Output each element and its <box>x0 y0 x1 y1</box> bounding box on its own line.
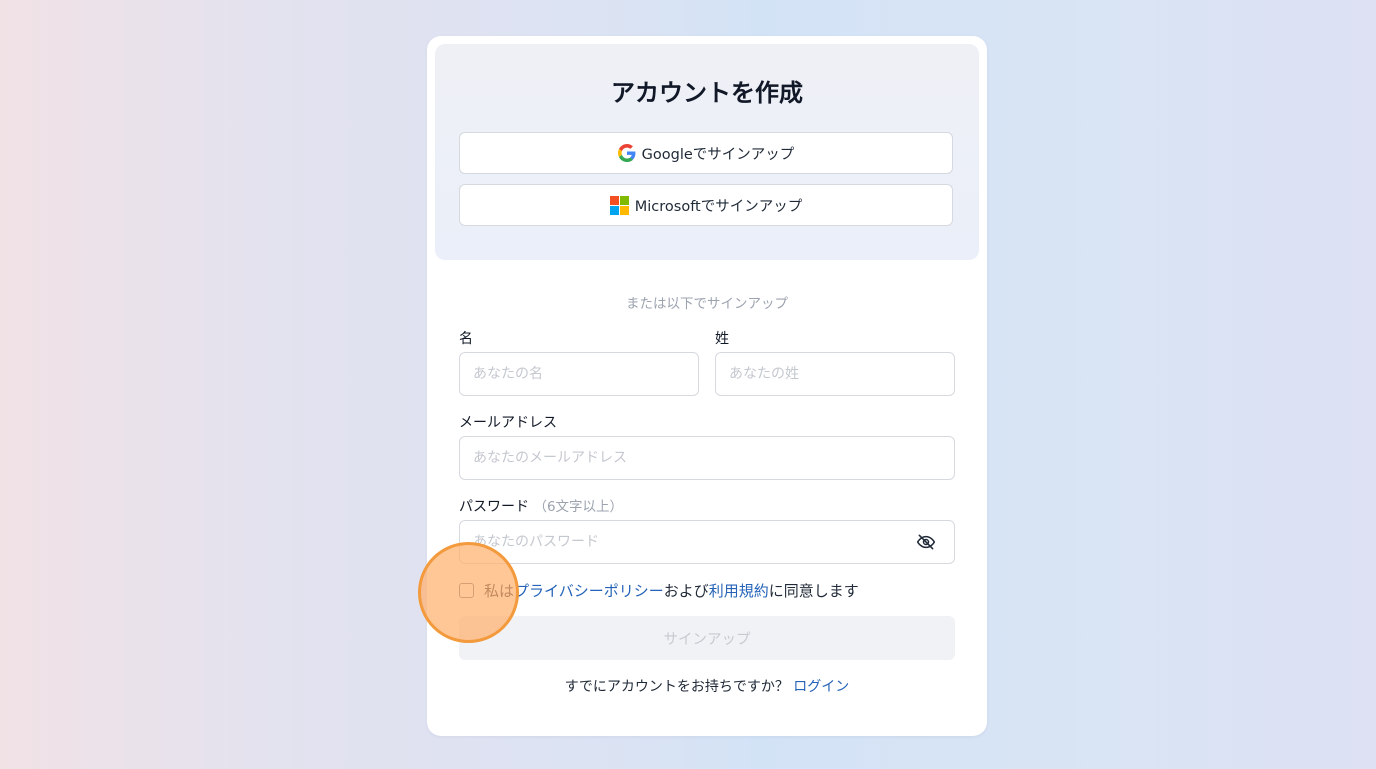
password-hint: （6文字以上） <box>533 499 624 515</box>
signup-submit-button[interactable]: サインアップ <box>459 616 955 660</box>
login-row: すでにアカウントをお持ちですか？ ログイン <box>427 676 987 696</box>
signup-card: アカウントを作成 Googleでサインアップ Microsoftでサインアップ … <box>427 36 987 736</box>
password-label-text: パスワード <box>459 499 529 515</box>
google-logo-icon <box>617 144 636 162</box>
microsoft-signup-button[interactable]: Microsoftでサインアップ <box>459 184 953 226</box>
email-input[interactable] <box>459 436 955 480</box>
email-label: メールアドレス <box>459 415 557 431</box>
login-prompt: すでにアカウントをお持ちですか？ <box>564 679 789 695</box>
first-name-input[interactable] <box>459 352 699 396</box>
google-signup-button[interactable]: Googleでサインアップ <box>459 132 953 174</box>
terms-link[interactable]: 利用規約 <box>709 580 769 601</box>
privacy-policy-link[interactable]: プライバシーポリシー <box>514 580 664 601</box>
consent-middle: および <box>663 581 709 600</box>
google-signup-label: Googleでサインアップ <box>641 146 795 163</box>
login-link[interactable]: ログイン <box>793 679 849 695</box>
microsoft-logo-icon <box>609 195 629 215</box>
last-name-label: 姓 <box>715 331 729 347</box>
eye-off-icon[interactable] <box>915 532 937 552</box>
consent-prefix: 私は <box>484 581 515 600</box>
password-label: パスワード （6文字以上） <box>459 497 623 517</box>
consent-row: 私は プライバシーポリシー および 利用規約 に同意します <box>459 578 859 602</box>
microsoft-signup-label: Microsoftでサインアップ <box>634 198 803 215</box>
password-input[interactable] <box>459 520 955 564</box>
first-name-label: 名 <box>459 331 473 347</box>
consent-suffix: に同意します <box>768 581 859 600</box>
page-title: アカウントを作成 <box>611 79 803 107</box>
last-name-input[interactable] <box>715 352 955 396</box>
divider-text: または以下でサインアップ <box>626 296 788 312</box>
consent-checkbox[interactable] <box>459 582 474 598</box>
